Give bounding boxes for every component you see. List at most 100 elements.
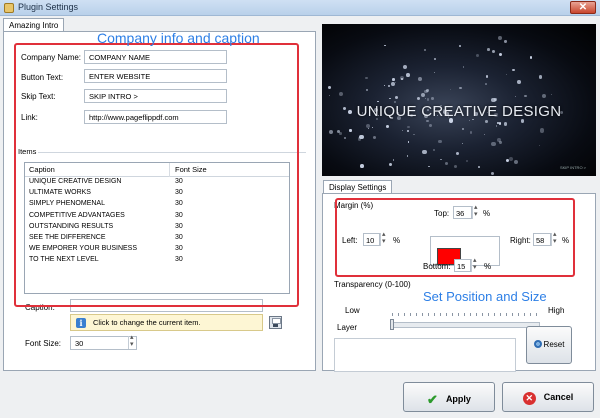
sparkle-dot (433, 71, 435, 73)
sparkle-dot (459, 86, 462, 90)
transparency-slider[interactable] (390, 322, 540, 328)
transparency-title: Transparency (0-100) (334, 280, 411, 289)
preview-headline: UNIQUE CREATIVE DESIGN (356, 103, 562, 120)
sparkle-dot (538, 75, 543, 80)
sparkle-dot (491, 171, 495, 175)
sparkle-dot (327, 85, 331, 89)
sparkle-dot (539, 128, 545, 133)
low-label: Low (345, 306, 360, 315)
caption-hint[interactable]: i Click to change the current item. (70, 314, 263, 331)
transparency-ticks (392, 313, 540, 316)
sparkle-dot (425, 119, 429, 123)
sparkle-dot (389, 163, 393, 167)
apply-button[interactable]: ✔ Apply (403, 382, 495, 412)
sparkle-dot (385, 124, 389, 128)
sparkle-dot (432, 148, 435, 152)
sparkle-dot (514, 159, 519, 164)
sparkle-dot (517, 80, 522, 84)
info-icon: i (76, 318, 86, 328)
sparkle-dot (407, 141, 409, 143)
sparkle-dot (494, 98, 497, 101)
font-size-stepper[interactable]: 30 (70, 336, 137, 350)
sparkle-dot (428, 165, 430, 168)
reset-label: Reset (543, 340, 565, 349)
tab-display-settings[interactable]: Display Settings (323, 180, 393, 194)
reset-button[interactable]: Reset (526, 326, 572, 364)
font-size-spinner[interactable] (128, 333, 136, 349)
sparkle-dot (542, 93, 547, 99)
transparency-slider-thumb[interactable] (390, 319, 394, 330)
sparkle-dot (550, 93, 553, 96)
sparkle-dot (440, 158, 442, 161)
sparkle-dot (391, 82, 396, 86)
sparkle-dot (403, 65, 408, 70)
sparkle-dot (392, 78, 395, 81)
sparkle-dot (394, 95, 399, 100)
sparkle-dot (372, 127, 374, 129)
sparkle-dot (478, 166, 480, 169)
sparkle-dot (393, 159, 395, 161)
checkmark-icon: ✔ (427, 392, 438, 407)
sparkle-dot (428, 123, 433, 127)
sparkle-dot (431, 97, 434, 101)
sparkle-dot (424, 97, 426, 99)
font-size-label: Font Size: (25, 339, 62, 348)
sparkle-dot (491, 50, 496, 54)
sparkle-dot (539, 144, 541, 147)
sparkle-dot (498, 52, 502, 56)
sparkle-dot (412, 133, 415, 136)
cancel-button[interactable]: ✕ Cancel (502, 382, 594, 412)
cancel-label: Cancel (543, 392, 574, 402)
sparkle-dot (337, 129, 341, 133)
sparkle-dot (499, 141, 502, 144)
window-title: Plugin Settings (18, 2, 79, 12)
layer-title: Layer (337, 323, 358, 332)
sparkle-dot (368, 128, 370, 130)
sparkle-dot (453, 164, 457, 168)
tab-amazing-intro[interactable]: Amazing Intro (3, 18, 65, 32)
annotation-position: Set Position and Size (423, 289, 547, 304)
sparkle-dot (426, 88, 430, 92)
sparkle-dot (505, 74, 507, 76)
sparkle-dot (529, 56, 532, 59)
sparkle-dot (504, 40, 507, 43)
sparkle-dot (383, 84, 386, 86)
sparkle-dot (383, 44, 386, 47)
sparkle-dot (498, 122, 502, 125)
sparkle-dot (485, 83, 488, 86)
sparkle-dot (459, 45, 462, 47)
sparkle-dot (401, 78, 404, 81)
sparkle-dot (445, 162, 449, 166)
reset-icon (533, 340, 542, 348)
sparkle-dot (338, 132, 342, 135)
sparkle-dot (512, 68, 515, 71)
sparkle-dot (514, 95, 517, 97)
sparkle-dot (433, 58, 436, 60)
sparkle-dot (455, 151, 459, 156)
close-button[interactable]: ✕ (570, 1, 596, 14)
sparkle-dot (328, 94, 330, 97)
sparkle-dot (365, 76, 368, 80)
sparkle-dot (366, 89, 368, 91)
sparkle-dot (359, 135, 364, 140)
preview-image: UNIQUE CREATIVE DESIGN SKIP INTRO > (322, 24, 596, 176)
sparkle-dot (483, 134, 486, 136)
sparkle-dot (465, 160, 468, 163)
sparkle-dot (462, 66, 465, 68)
sparkle-dot (365, 124, 370, 129)
layer-group (334, 338, 516, 372)
title-bar: Plugin Settings ✕ (0, 0, 600, 16)
sparkle-dot (524, 94, 527, 97)
caption-hint-text: Click to change the current item. (93, 318, 201, 327)
sparkle-dot (406, 155, 409, 157)
sparkle-dot (498, 35, 502, 40)
sparkle-dot (387, 84, 390, 87)
sparkle-dot (407, 129, 410, 132)
sparkle-dot (418, 77, 423, 81)
sparkle-dot (462, 128, 465, 131)
sparkle-dot (422, 149, 427, 155)
sparkle-dot (469, 131, 473, 134)
company-highlight-box (14, 43, 299, 307)
save-icon[interactable] (269, 316, 282, 329)
sparkle-dot (485, 75, 488, 78)
